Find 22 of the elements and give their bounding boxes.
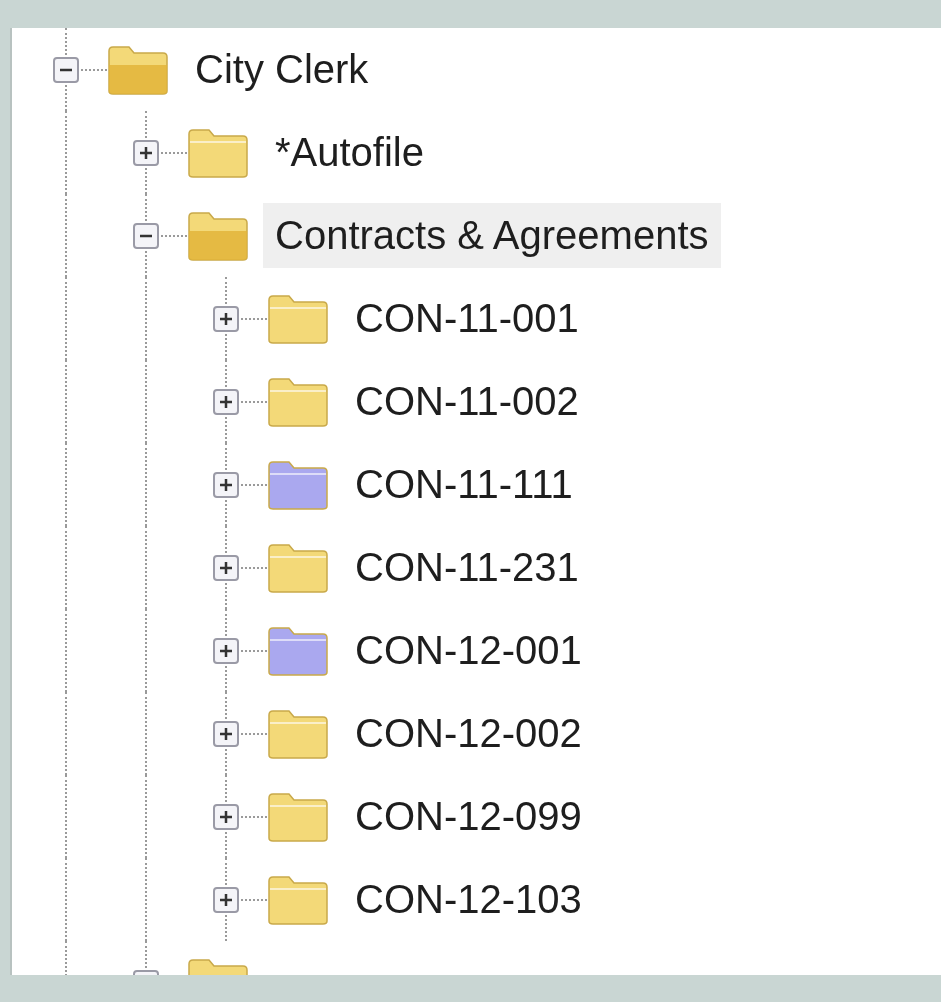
expand-icon[interactable] (213, 886, 239, 913)
tree-item[interactable]: CON-12-001 (343, 618, 594, 683)
collapse-icon[interactable] (53, 56, 79, 83)
collapse-icon[interactable] (133, 222, 159, 249)
tree-item[interactable]: *Autofile (263, 120, 436, 185)
tree-item[interactable]: CON-11-231 (343, 535, 591, 600)
expand-icon[interactable] (213, 554, 239, 581)
expand-icon[interactable] (213, 637, 239, 664)
expand-icon[interactable] (213, 388, 239, 415)
tree-item[interactable]: City Clerk (183, 37, 381, 102)
expand-icon[interactable] (133, 139, 159, 166)
tree-item[interactable]: CON-11-001 (343, 286, 591, 351)
tree-item[interactable]: Contracts & Agreements (263, 203, 721, 268)
expand-icon[interactable] (213, 305, 239, 332)
expand-icon[interactable] (213, 803, 239, 830)
expand-icon[interactable] (213, 471, 239, 498)
tree-item[interactable]: CON-11-111 (343, 452, 585, 517)
tree-item[interactable]: CON-12-103 (343, 867, 594, 932)
tree-item[interactable]: CON-12-002 (343, 701, 594, 766)
tree-item[interactable]: CON-12-099 (343, 784, 594, 849)
expand-icon[interactable] (213, 720, 239, 747)
tree-item[interactable]: CON-11-002 (343, 369, 591, 434)
